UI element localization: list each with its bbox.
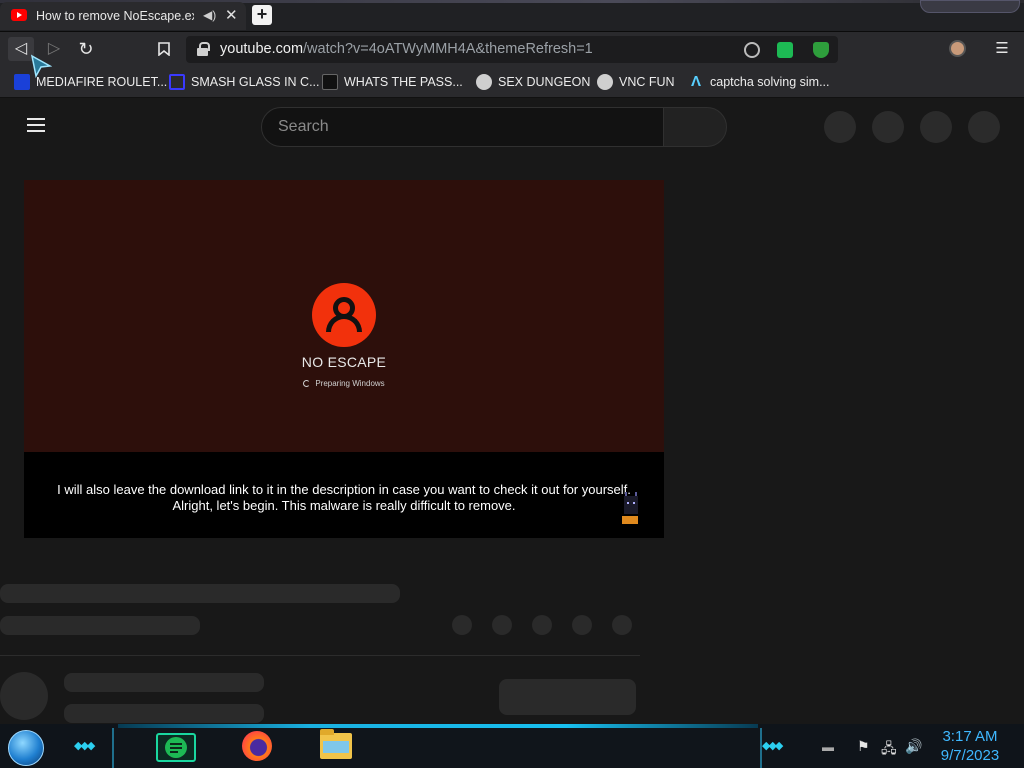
mouse-cursor-icon bbox=[30, 54, 52, 78]
action-skeleton bbox=[532, 615, 552, 635]
search-button[interactable] bbox=[663, 107, 727, 147]
taskbar-decor-icon: ◆◆◆ bbox=[762, 740, 783, 752]
header-action-placeholder[interactable] bbox=[824, 111, 856, 143]
clock-time: 3:17 AM bbox=[942, 728, 998, 745]
action-skeleton bbox=[572, 615, 592, 635]
action-skeleton bbox=[612, 615, 632, 635]
bookmark-label: captcha solving sim... bbox=[710, 75, 830, 89]
lock-icon[interactable] bbox=[197, 42, 210, 56]
noescape-logo-icon bbox=[312, 283, 376, 347]
network-icon[interactable]: 🖧 bbox=[881, 738, 897, 762]
browser-toolbar: ◁ ▷ ↻ youtube.com/watch?v=4oATWyMMH4A&th… bbox=[0, 32, 1024, 66]
glass-icon bbox=[169, 74, 185, 90]
search-input[interactable]: Search bbox=[261, 107, 664, 147]
start-button[interactable] bbox=[8, 730, 44, 766]
url-domain: youtube.com bbox=[220, 41, 304, 57]
notes-app-icon bbox=[165, 737, 187, 758]
taskbar: ◆◆◆ ◆◆◆ ▬ ⚑ 🖧 🔊 3:17 AM 9/7/2023 bbox=[0, 724, 1024, 768]
taskbar-app-notes[interactable] bbox=[156, 733, 196, 762]
video-screen-status: Preparing Windows bbox=[24, 379, 664, 388]
video-frame: NO ESCAPE Preparing Windows bbox=[24, 180, 664, 452]
channel-name-skeleton bbox=[64, 673, 264, 692]
bookmark-vnc-fun[interactable]: VNC FUN bbox=[597, 72, 675, 92]
tab-strip: How to remove NoEscape.exe ◀) ✕ + bbox=[0, 0, 1024, 32]
extension-blocker-icon[interactable] bbox=[744, 42, 760, 58]
youtube-favicon-icon bbox=[11, 9, 27, 21]
bookmark-whats-the-pass[interactable]: WHATS THE PASS... bbox=[322, 72, 463, 92]
flag-icon[interactable]: ⚑ bbox=[857, 738, 870, 755]
hamburger-menu-icon[interactable] bbox=[27, 118, 45, 132]
meta-skeleton bbox=[0, 616, 200, 635]
reload-button[interactable]: ↻ bbox=[73, 37, 99, 61]
tab-title: How to remove NoEscape.exe bbox=[36, 9, 194, 23]
url-path: /watch?v=4oATWyMMH4A&themeRefresh=1 bbox=[303, 41, 593, 57]
extension-shield-icon[interactable] bbox=[813, 42, 829, 58]
bookmark-label: VNC FUN bbox=[619, 75, 675, 89]
taskbar-center-panel bbox=[112, 728, 762, 768]
video-screen-status-text: Preparing Windows bbox=[315, 379, 385, 388]
action-skeleton bbox=[492, 615, 512, 635]
bookmark-label: SMASH GLASS IN C... bbox=[191, 75, 320, 89]
vnc-icon bbox=[597, 74, 613, 90]
address-bar[interactable]: youtube.com/watch?v=4oATWyMMH4A&themeRef… bbox=[186, 36, 838, 63]
title-skeleton bbox=[0, 584, 400, 603]
password-icon bbox=[322, 74, 338, 90]
bookmark-captcha[interactable]: Λ captcha solving sim... bbox=[688, 72, 830, 92]
header-action-placeholder[interactable] bbox=[872, 111, 904, 143]
window-controls[interactable] bbox=[920, 0, 1020, 13]
firefox-icon[interactable] bbox=[242, 731, 272, 761]
menu-button[interactable]: ☰ bbox=[989, 37, 1015, 61]
taskbar-decor-icon: ◆◆◆ bbox=[74, 740, 95, 752]
channel-subs-skeleton bbox=[64, 704, 264, 723]
dungeon-icon bbox=[476, 74, 492, 90]
extension-notes-icon[interactable] bbox=[777, 42, 793, 58]
subscribe-skeleton bbox=[499, 679, 636, 715]
mediafire-icon bbox=[14, 74, 30, 90]
speaker-icon[interactable]: ◀) bbox=[203, 8, 216, 22]
file-explorer-icon[interactable] bbox=[320, 729, 352, 759]
search-placeholder: Search bbox=[278, 118, 329, 135]
channel-avatar-skeleton bbox=[0, 672, 48, 720]
url-text[interactable]: youtube.com/watch?v=4oATWyMMH4A&themeRef… bbox=[220, 41, 593, 57]
section-divider bbox=[0, 655, 640, 656]
tab-active[interactable]: How to remove NoEscape.exe ◀) ✕ bbox=[0, 2, 246, 30]
volume-icon[interactable]: 🔊 bbox=[905, 738, 922, 755]
action-skeleton bbox=[452, 615, 472, 635]
clock-date: 9/7/2023 bbox=[940, 747, 1000, 764]
bookmark-sex-dungeon[interactable]: SEX DUNGEON bbox=[476, 72, 590, 92]
bookmark-label: WHATS THE PASS... bbox=[344, 75, 463, 89]
tray-overflow-icon[interactable]: ▬ bbox=[822, 740, 834, 754]
taskbar-glow bbox=[118, 724, 758, 728]
header-action-placeholder[interactable] bbox=[968, 111, 1000, 143]
header-action-placeholder[interactable] bbox=[920, 111, 952, 143]
new-tab-button[interactable]: + bbox=[252, 5, 272, 25]
tab-close-button[interactable]: ✕ bbox=[225, 6, 238, 24]
bookmark-label: SEX DUNGEON bbox=[498, 75, 591, 89]
bookmark-star-icon[interactable] bbox=[151, 37, 177, 61]
system-clock[interactable]: 3:17 AM 9/7/2023 bbox=[934, 727, 1006, 765]
avatar[interactable] bbox=[949, 40, 966, 57]
bookmarks-bar: MEDIAFIRE ROULET... SMASH GLASS IN C... … bbox=[0, 66, 1024, 98]
video-screen-title: NO ESCAPE bbox=[301, 354, 387, 370]
youtube-header: Search bbox=[0, 99, 1024, 155]
video-player[interactable]: NO ESCAPE Preparing Windows I will also … bbox=[24, 180, 664, 538]
video-caption: I will also leave the download link to i… bbox=[57, 482, 631, 513]
spinner-icon bbox=[303, 380, 311, 387]
bookmark-smash-glass[interactable]: SMASH GLASS IN C... bbox=[169, 72, 320, 92]
captcha-icon: Λ bbox=[690, 73, 701, 90]
bookmark-label: MEDIAFIRE ROULET... bbox=[36, 75, 168, 89]
pixel-character-icon bbox=[622, 492, 638, 524]
